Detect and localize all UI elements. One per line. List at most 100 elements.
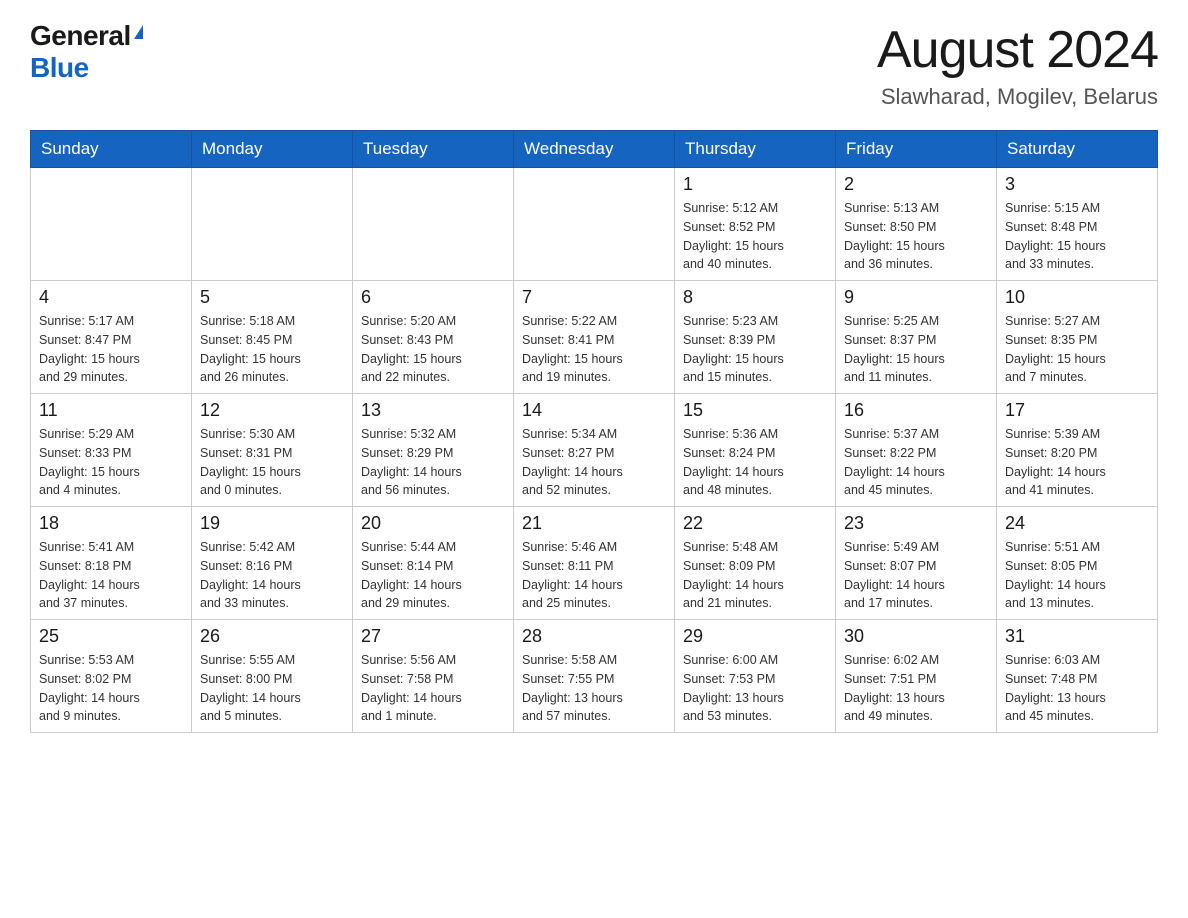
- calendar-cell-27: 27Sunrise: 5:56 AM Sunset: 7:58 PM Dayli…: [353, 620, 514, 733]
- calendar-header-monday: Monday: [192, 131, 353, 168]
- day-info: Sunrise: 5:55 AM Sunset: 8:00 PM Dayligh…: [200, 651, 344, 726]
- day-info: Sunrise: 5:18 AM Sunset: 8:45 PM Dayligh…: [200, 312, 344, 387]
- day-info: Sunrise: 6:03 AM Sunset: 7:48 PM Dayligh…: [1005, 651, 1149, 726]
- day-number: 8: [683, 287, 827, 308]
- calendar-table: SundayMondayTuesdayWednesdayThursdayFrid…: [30, 130, 1158, 733]
- day-number: 11: [39, 400, 183, 421]
- day-info: Sunrise: 5:37 AM Sunset: 8:22 PM Dayligh…: [844, 425, 988, 500]
- day-number: 1: [683, 174, 827, 195]
- day-number: 23: [844, 513, 988, 534]
- page-title: August 2024: [877, 20, 1158, 80]
- day-info: Sunrise: 5:44 AM Sunset: 8:14 PM Dayligh…: [361, 538, 505, 613]
- calendar-cell-empty-0-2: [353, 168, 514, 281]
- calendar-cell-9: 9Sunrise: 5:25 AM Sunset: 8:37 PM Daylig…: [836, 281, 997, 394]
- day-info: Sunrise: 6:02 AM Sunset: 7:51 PM Dayligh…: [844, 651, 988, 726]
- calendar-cell-7: 7Sunrise: 5:22 AM Sunset: 8:41 PM Daylig…: [514, 281, 675, 394]
- calendar-week-4: 18 Sunrise: 5:41 AM Sunset: 8:18 PM Dayli…: [31, 507, 1158, 620]
- day-info: Sunrise: 5:29 AM Sunset: 8:33 PM Dayligh…: [39, 425, 183, 500]
- calendar-header-wednesday: Wednesday: [514, 131, 675, 168]
- subtitle: Slawharad, Mogilev, Belarus: [877, 84, 1158, 110]
- day-number: 13: [361, 400, 505, 421]
- day-info: Sunrise: 5:51 AM Sunset: 8:05 PM Dayligh…: [1005, 538, 1149, 613]
- day-number: 12: [200, 400, 344, 421]
- calendar-cell-8: 8 Sunrise: 5:23 AM Sunset: 8:39 PM Daylig…: [675, 281, 836, 394]
- day-number: 22: [683, 513, 827, 534]
- calendar-cell-15: 15 Sunrise: 5:36 AM Sunset: 8:24 PM Dayli…: [675, 394, 836, 507]
- calendar-cell-13: 13 Sunrise: 5:32 AM Sunset: 8:29 PM Dayli…: [353, 394, 514, 507]
- day-number: 14: [522, 400, 666, 421]
- calendar-cell-empty-0-0: [31, 168, 192, 281]
- day-number: 15: [683, 400, 827, 421]
- logo-general-text: General: [30, 20, 131, 52]
- day-number: 20: [361, 513, 505, 534]
- calendar-week-1: 1Sunrise: 5:12 AM Sunset: 8:52 PM Daylig…: [31, 168, 1158, 281]
- day-info: Sunrise: 5:56 AM Sunset: 7:58 PM Dayligh…: [361, 651, 505, 726]
- calendar-cell-14: 14 Sunrise: 5:34 AM Sunset: 8:27 PM Dayli…: [514, 394, 675, 507]
- day-info: Sunrise: 5:20 AM Sunset: 8:43 PM Dayligh…: [361, 312, 505, 387]
- calendar-cell-25: 25 Sunrise: 5:53 AM Sunset: 8:02 PM Dayli…: [31, 620, 192, 733]
- calendar-cell-11: 11 Sunrise: 5:29 AM Sunset: 8:33 PM Dayli…: [31, 394, 192, 507]
- calendar-cell-1: 1Sunrise: 5:12 AM Sunset: 8:52 PM Daylig…: [675, 168, 836, 281]
- day-info: Sunrise: 5:32 AM Sunset: 8:29 PM Dayligh…: [361, 425, 505, 500]
- day-number: 30: [844, 626, 988, 647]
- day-number: 16: [844, 400, 988, 421]
- day-number: 29: [683, 626, 827, 647]
- day-number: 21: [522, 513, 666, 534]
- day-number: 28: [522, 626, 666, 647]
- day-number: 3: [1005, 174, 1149, 195]
- calendar-cell-31: 31 Sunrise: 6:03 AM Sunset: 7:48 PM Dayli…: [997, 620, 1158, 733]
- header: General Blue August 2024 Slawharad, Mogi…: [30, 20, 1158, 110]
- calendar-header-thursday: Thursday: [675, 131, 836, 168]
- day-number: 2: [844, 174, 988, 195]
- calendar-cell-12: 12Sunrise: 5:30 AM Sunset: 8:31 PM Dayli…: [192, 394, 353, 507]
- calendar-cell-28: 28 Sunrise: 5:58 AM Sunset: 7:55 PM Dayli…: [514, 620, 675, 733]
- day-info: Sunrise: 5:58 AM Sunset: 7:55 PM Dayligh…: [522, 651, 666, 726]
- day-info: Sunrise: 5:22 AM Sunset: 8:41 PM Dayligh…: [522, 312, 666, 387]
- logo-blue-text: Blue: [30, 52, 89, 84]
- calendar-cell-30: 30 Sunrise: 6:02 AM Sunset: 7:51 PM Dayli…: [836, 620, 997, 733]
- calendar-cell-2: 2Sunrise: 5:13 AM Sunset: 8:50 PM Daylig…: [836, 168, 997, 281]
- calendar-cell-6: 6Sunrise: 5:20 AM Sunset: 8:43 PM Daylig…: [353, 281, 514, 394]
- day-info: Sunrise: 5:53 AM Sunset: 8:02 PM Dayligh…: [39, 651, 183, 726]
- calendar-cell-24: 24 Sunrise: 5:51 AM Sunset: 8:05 PM Dayli…: [997, 507, 1158, 620]
- day-info: Sunrise: 5:15 AM Sunset: 8:48 PM Dayligh…: [1005, 199, 1149, 274]
- calendar-header-sunday: Sunday: [31, 131, 192, 168]
- day-number: 24: [1005, 513, 1149, 534]
- calendar-cell-3: 3 Sunrise: 5:15 AM Sunset: 8:48 PM Daylig…: [997, 168, 1158, 281]
- day-info: Sunrise: 5:23 AM Sunset: 8:39 PM Dayligh…: [683, 312, 827, 387]
- calendar-week-5: 25 Sunrise: 5:53 AM Sunset: 8:02 PM Dayli…: [31, 620, 1158, 733]
- calendar-cell-4: 4 Sunrise: 5:17 AM Sunset: 8:47 PM Daylig…: [31, 281, 192, 394]
- calendar-cell-23: 23 Sunrise: 5:49 AM Sunset: 8:07 PM Dayli…: [836, 507, 997, 620]
- calendar-header-friday: Friday: [836, 131, 997, 168]
- calendar-cell-5: 5Sunrise: 5:18 AM Sunset: 8:45 PM Daylig…: [192, 281, 353, 394]
- day-number: 17: [1005, 400, 1149, 421]
- day-info: Sunrise: 5:25 AM Sunset: 8:37 PM Dayligh…: [844, 312, 988, 387]
- title-area: August 2024 Slawharad, Mogilev, Belarus: [877, 20, 1158, 110]
- day-number: 26: [200, 626, 344, 647]
- day-number: 4: [39, 287, 183, 308]
- day-number: 10: [1005, 287, 1149, 308]
- calendar-header-saturday: Saturday: [997, 131, 1158, 168]
- day-info: Sunrise: 5:49 AM Sunset: 8:07 PM Dayligh…: [844, 538, 988, 613]
- calendar-week-3: 11 Sunrise: 5:29 AM Sunset: 8:33 PM Dayli…: [31, 394, 1158, 507]
- day-number: 25: [39, 626, 183, 647]
- day-info: Sunrise: 5:46 AM Sunset: 8:11 PM Dayligh…: [522, 538, 666, 613]
- calendar-cell-empty-0-3: [514, 168, 675, 281]
- calendar-cell-21: 21 Sunrise: 5:46 AM Sunset: 8:11 PM Dayli…: [514, 507, 675, 620]
- calendar-week-2: 4 Sunrise: 5:17 AM Sunset: 8:47 PM Daylig…: [31, 281, 1158, 394]
- day-info: Sunrise: 5:42 AM Sunset: 8:16 PM Dayligh…: [200, 538, 344, 613]
- day-info: Sunrise: 5:27 AM Sunset: 8:35 PM Dayligh…: [1005, 312, 1149, 387]
- day-number: 18: [39, 513, 183, 534]
- day-info: Sunrise: 5:17 AM Sunset: 8:47 PM Dayligh…: [39, 312, 183, 387]
- day-info: Sunrise: 5:36 AM Sunset: 8:24 PM Dayligh…: [683, 425, 827, 500]
- calendar-cell-empty-0-1: [192, 168, 353, 281]
- day-info: Sunrise: 5:34 AM Sunset: 8:27 PM Dayligh…: [522, 425, 666, 500]
- calendar-header-tuesday: Tuesday: [353, 131, 514, 168]
- day-info: Sunrise: 5:41 AM Sunset: 8:18 PM Dayligh…: [39, 538, 183, 613]
- day-number: 31: [1005, 626, 1149, 647]
- calendar-cell-26: 26 Sunrise: 5:55 AM Sunset: 8:00 PM Dayli…: [192, 620, 353, 733]
- calendar-cell-18: 18 Sunrise: 5:41 AM Sunset: 8:18 PM Dayli…: [31, 507, 192, 620]
- day-info: Sunrise: 5:39 AM Sunset: 8:20 PM Dayligh…: [1005, 425, 1149, 500]
- calendar-cell-16: 16 Sunrise: 5:37 AM Sunset: 8:22 PM Dayli…: [836, 394, 997, 507]
- day-info: Sunrise: 5:48 AM Sunset: 8:09 PM Dayligh…: [683, 538, 827, 613]
